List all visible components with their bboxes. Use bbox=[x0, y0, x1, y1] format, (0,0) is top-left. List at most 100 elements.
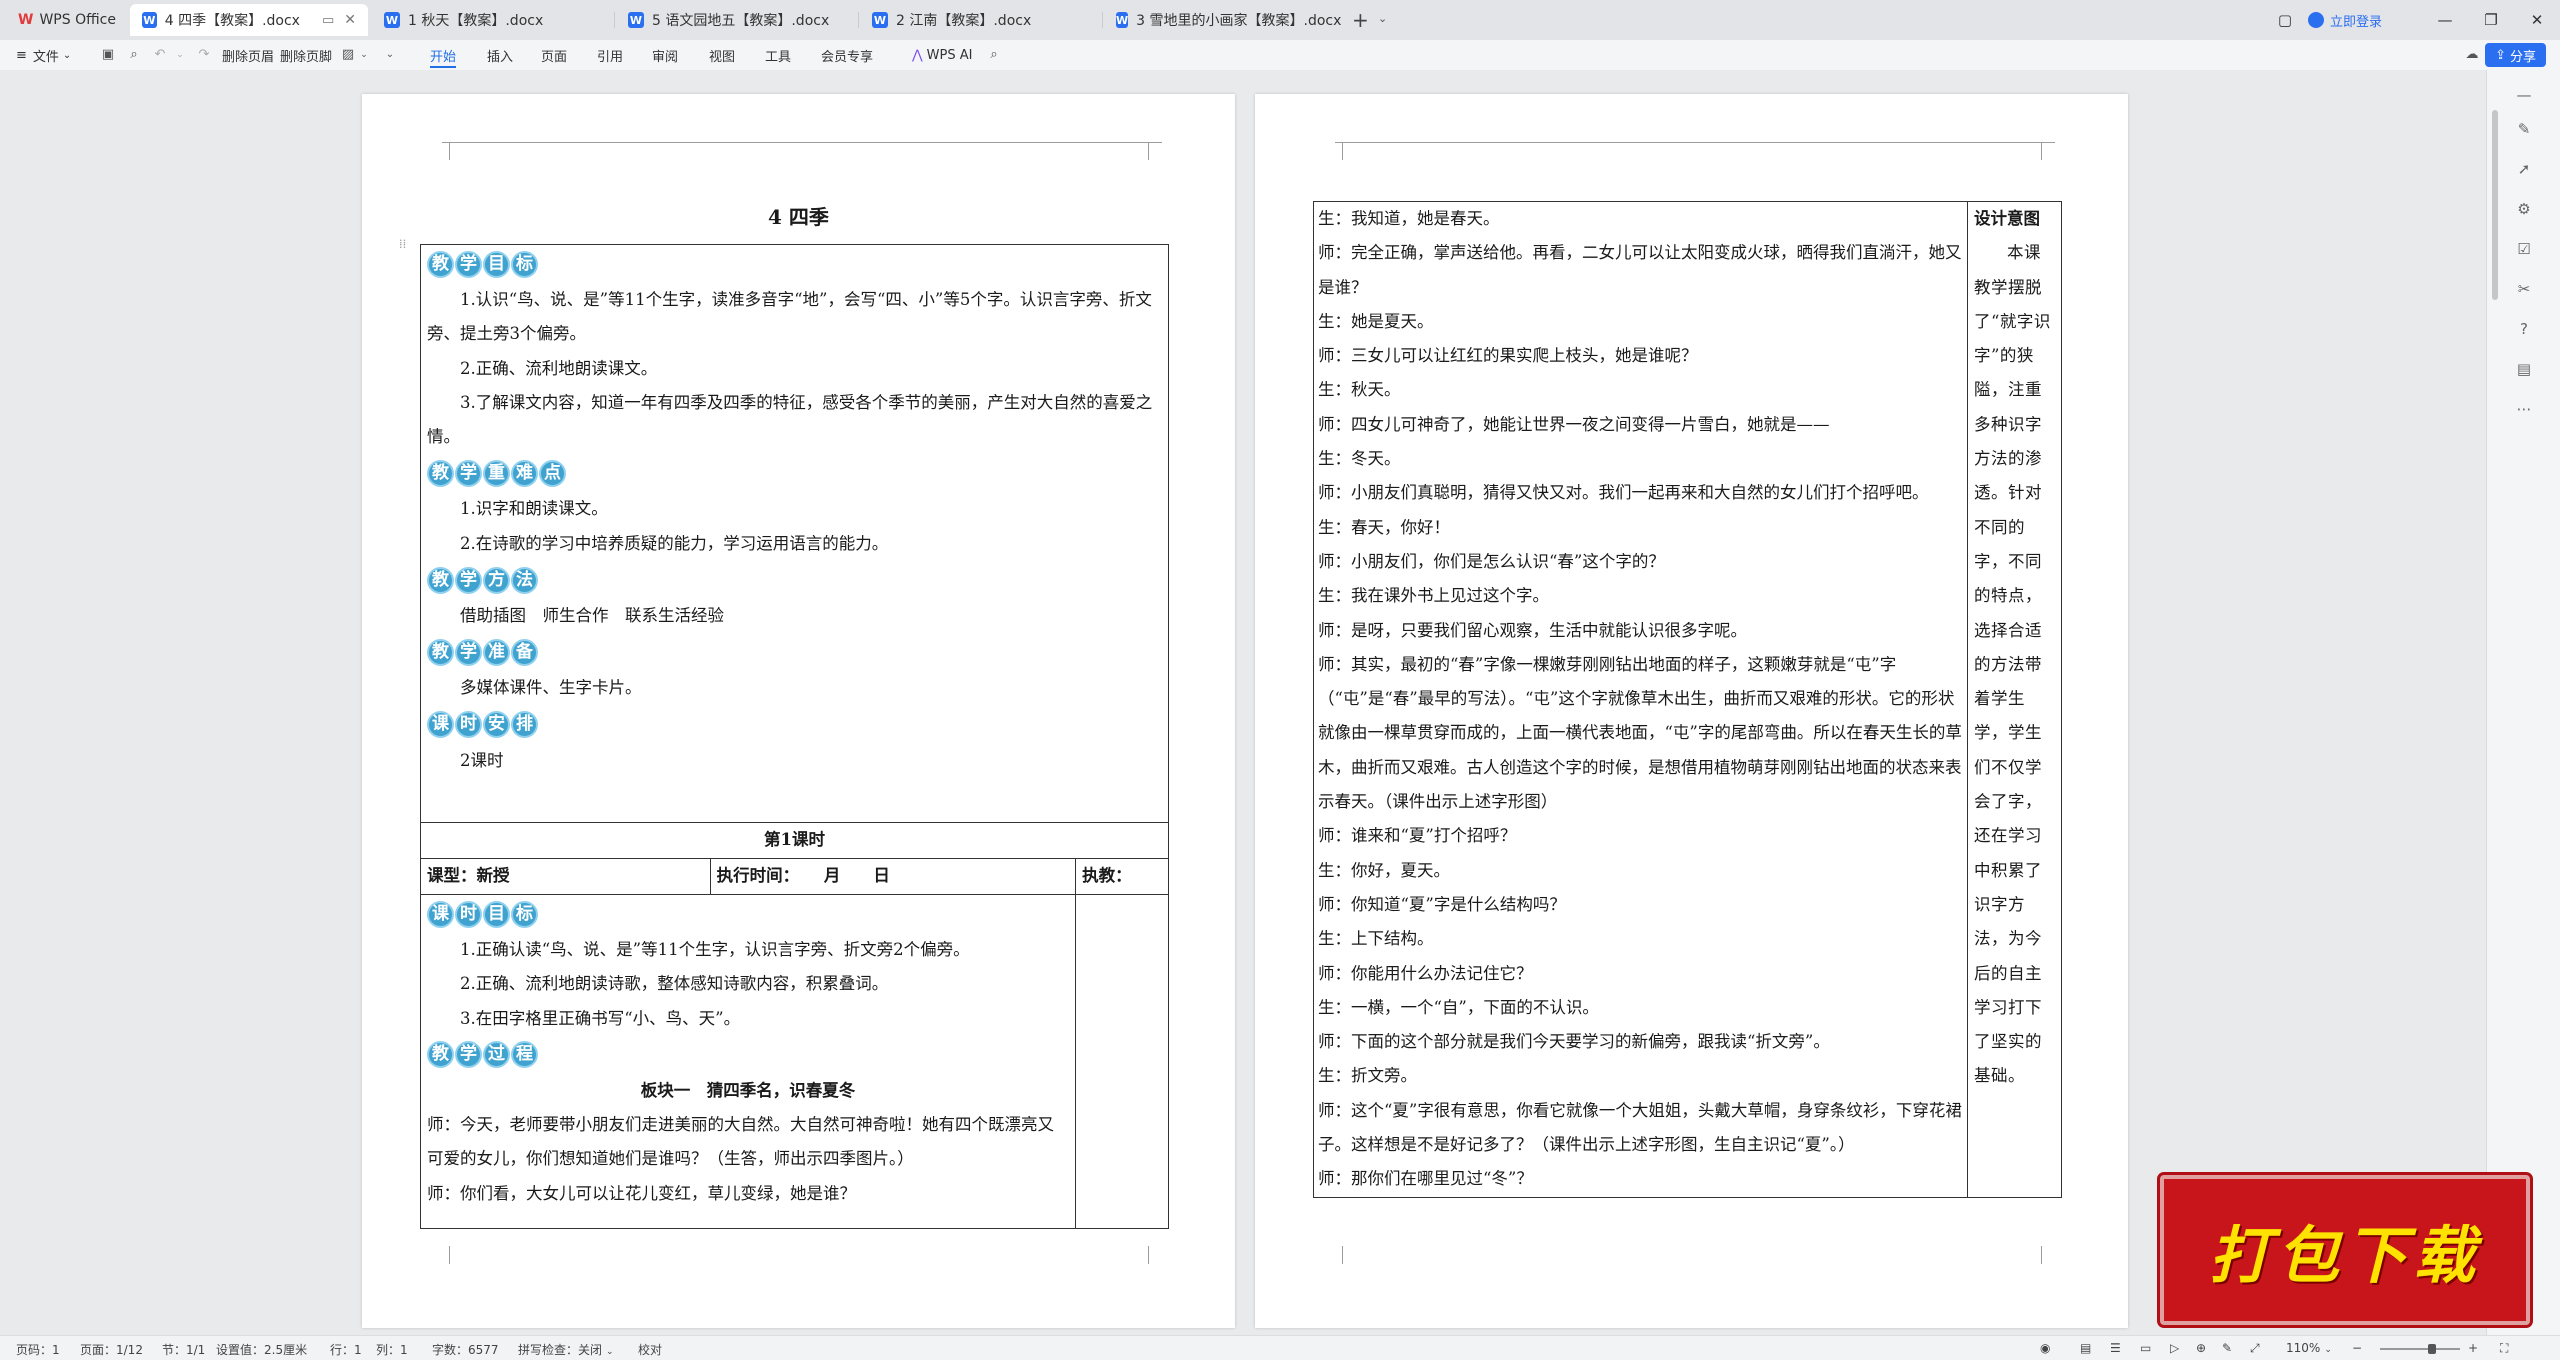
dialogue-line: 生：春天，你好！ bbox=[1318, 517, 1450, 537]
play-icon[interactable]: ▷ bbox=[2170, 1341, 2179, 1355]
delete-header-button[interactable]: 删除页眉 bbox=[222, 40, 274, 70]
heading-char: 安 bbox=[483, 711, 510, 739]
tools-icon[interactable]: ✂ bbox=[2515, 280, 2533, 298]
status-proofread[interactable]: 校对 bbox=[638, 1341, 662, 1358]
more-chevron-icon[interactable]: ⌄ bbox=[382, 47, 398, 63]
outline-view-icon[interactable]: ☰ bbox=[2110, 1341, 2121, 1355]
tab-document[interactable]: W 1 秋天【教案】.docx bbox=[372, 4, 612, 36]
zoom-level[interactable]: 110% ⌄ bbox=[2286, 1341, 2332, 1355]
dialogue-line: 师：下面的这个部分就是我们今天要学习的新偏旁，跟我读“折文旁”。 bbox=[1318, 1032, 1830, 1052]
image-icon[interactable]: ▨ bbox=[340, 47, 356, 63]
tab-review[interactable]: 审阅 bbox=[652, 40, 678, 70]
tab-document-active[interactable]: W 4 四季【教案】.docx ▭ ✕ bbox=[130, 4, 368, 36]
print-preview-icon[interactable]: ⌕ bbox=[126, 47, 142, 63]
tab-document[interactable]: W 5 语文园地五【教案】.docx bbox=[616, 4, 856, 36]
zoom-out-icon[interactable]: − bbox=[2352, 1341, 2362, 1355]
spell-check-label: 拼写检查：关闭 bbox=[518, 1343, 603, 1357]
layout-icon[interactable]: ▢ bbox=[2262, 11, 2308, 29]
share-label: 分享 bbox=[2509, 49, 2536, 65]
wps-ai-button[interactable]: ⋀ WPS AI bbox=[912, 40, 972, 70]
more-icon[interactable]: ⋯ bbox=[2515, 400, 2533, 418]
undo-icon[interactable]: ↶ bbox=[152, 47, 168, 63]
collapse-icon[interactable]: — bbox=[2515, 86, 2533, 104]
tab-wps-home[interactable]: W WPS Office bbox=[6, 4, 126, 36]
heading-char: 学 bbox=[455, 566, 482, 594]
help-icon[interactable]: ? bbox=[2515, 320, 2533, 338]
close-window-icon[interactable]: ✕ bbox=[2514, 11, 2560, 29]
delete-footer-button[interactable]: 删除页脚 bbox=[280, 40, 332, 70]
document-page-2[interactable]: 生：我知道，她是春天。 师：完全正确，掌声送给他。再看，二女儿可以让太阳变成火球… bbox=[1255, 94, 2128, 1328]
download-banner-text: 打包下载 bbox=[2208, 1219, 2481, 1292]
heading-char: 学 bbox=[455, 459, 482, 487]
tab-view[interactable]: 视图 bbox=[709, 40, 735, 70]
download-banner[interactable]: 打包下载 bbox=[2160, 1175, 2530, 1325]
monitor-icon[interactable]: ▭ bbox=[322, 13, 334, 28]
zoom-in-icon[interactable]: + bbox=[2468, 1341, 2478, 1355]
tab-tools[interactable]: 工具 bbox=[765, 40, 791, 70]
doc-icon[interactable]: ▤ bbox=[2515, 360, 2533, 378]
overview-cell[interactable]: 教学目标 1.认识“鸟、说、是”等11个生字，读准多音字“地”，会写“四、小”等… bbox=[420, 244, 1169, 823]
tab-reference[interactable]: 引用 bbox=[597, 40, 623, 70]
select-pointer-icon[interactable]: ➚ bbox=[2515, 160, 2533, 178]
undo-dropdown-icon[interactable]: ⌄ bbox=[172, 47, 188, 63]
tab-document[interactable]: W 2 江南【教案】.docx bbox=[860, 4, 1100, 36]
status-spell-check[interactable]: 拼写检查：关闭 ⌄ bbox=[518, 1341, 614, 1358]
exec-time-cell[interactable]: 执行时间： 月 日 bbox=[709, 858, 1077, 895]
lesson-body-cell[interactable]: 课时目标 1.正确认读“鸟、说、是”等11个生字，认识言字旁、折文旁2个偏旁。 … bbox=[419, 894, 1077, 1229]
tab-insert[interactable]: 插入 bbox=[487, 40, 513, 70]
pen-icon[interactable]: ✎ bbox=[2515, 120, 2533, 138]
tab-list-chevron-icon[interactable]: ⌄ bbox=[1378, 12, 1387, 25]
login-button[interactable]: 立即登录 bbox=[2307, 11, 2382, 30]
status-page-count[interactable]: 页面：1/12 bbox=[80, 1341, 143, 1358]
image-dropdown-icon[interactable]: ⌄ bbox=[356, 47, 372, 63]
design-intent-cell[interactable]: 设计意图 本课教学摆脱了“就字识字”的狭隘，注重多种识字方法的渗透。针对不同的字… bbox=[1967, 201, 2062, 1198]
vertical-scrollbar[interactable] bbox=[2492, 110, 2498, 300]
web-view-icon[interactable]: ⊕ bbox=[2196, 1341, 2206, 1355]
tab-page[interactable]: 页面 bbox=[541, 40, 567, 70]
eye-protection-icon[interactable]: ◉ bbox=[2040, 1341, 2050, 1355]
side-notes-cell[interactable] bbox=[1075, 894, 1169, 1229]
pen-mode-icon[interactable]: ✎ bbox=[2222, 1341, 2232, 1355]
tab-start[interactable]: 开始 bbox=[430, 40, 457, 70]
heading-char: 时 bbox=[455, 711, 482, 739]
zoom-slider[interactable] bbox=[2380, 1348, 2460, 1350]
status-settings[interactable]: 设置值：2.5厘米 bbox=[216, 1341, 307, 1358]
lesson-type-cell[interactable]: 课型：新授 bbox=[420, 858, 711, 895]
minimize-icon[interactable]: — bbox=[2422, 11, 2468, 29]
fullscreen-icon[interactable]: ⛶ bbox=[2500, 1341, 2508, 1356]
teacher-cell[interactable]: 执教： bbox=[1075, 858, 1169, 895]
new-tab-plus-icon[interactable]: + bbox=[1352, 8, 1369, 32]
status-word-count[interactable]: 字数：6577 bbox=[432, 1341, 499, 1358]
search-icon[interactable]: ⌕ bbox=[986, 47, 1002, 63]
zoom-slider-thumb[interactable] bbox=[2428, 1344, 2436, 1354]
block-heading: 板块一 猜四季名，识春夏冬 bbox=[640, 1080, 856, 1100]
document-title[interactable]: 4 四季 bbox=[362, 200, 1235, 234]
fit-page-icon[interactable]: ⤢ bbox=[2250, 1341, 2260, 1356]
tab-document[interactable]: W 3 雪地里的小画家【教案】.docx bbox=[1104, 4, 1344, 36]
status-page-no[interactable]: 页码：1 bbox=[16, 1341, 60, 1358]
restore-icon[interactable]: ❐ bbox=[2468, 11, 2514, 29]
share-button[interactable]: ⇪ 分享 bbox=[2485, 43, 2546, 67]
lesson-heading[interactable]: 第1课时 bbox=[420, 822, 1169, 859]
status-section[interactable]: 节：1/1 bbox=[162, 1341, 205, 1358]
tab-label: 5 语文园地五【教案】.docx bbox=[652, 13, 830, 29]
tab-member[interactable]: 会员专享 bbox=[821, 40, 873, 70]
document-page-1[interactable]: ⁞⁞ 4 四季 教学目标 1.认识“鸟、说、是”等11个生字，读准多音字“地”，… bbox=[362, 94, 1235, 1328]
cloud-sync-icon[interactable]: ☁ bbox=[2464, 47, 2480, 63]
document-workspace[interactable]: ⁞⁞ 4 四季 教学目标 1.认识“鸟、说、是”等11个生字，读准多音字“地”，… bbox=[0, 70, 2486, 1335]
edit-box-icon[interactable]: ☑ bbox=[2515, 240, 2533, 258]
adjust-sliders-icon[interactable]: ⚙ bbox=[2515, 200, 2533, 218]
dialogue-cell[interactable]: 生：我知道，她是春天。 师：完全正确，掌声送给他。再看，二女儿可以让太阳变成火球… bbox=[1313, 201, 1968, 1198]
close-tab-icon[interactable]: ✕ bbox=[344, 12, 356, 28]
status-row[interactable]: 行：1 bbox=[330, 1341, 362, 1358]
menu-button[interactable]: ≡ 文件 ⌄ bbox=[16, 40, 71, 70]
status-col[interactable]: 列：1 bbox=[376, 1341, 408, 1358]
tab-label: 引用 bbox=[597, 49, 624, 65]
share-icon: ⇪ bbox=[2495, 47, 2506, 63]
read-mode-icon[interactable]: ▭ bbox=[2140, 1341, 2151, 1355]
save-icon[interactable]: ▣ bbox=[100, 47, 116, 63]
redo-icon[interactable]: ↷ bbox=[196, 47, 212, 63]
avatar-icon bbox=[2307, 12, 2324, 28]
page-view-icon[interactable]: ▤ bbox=[2080, 1341, 2091, 1355]
menu-icon: ≡ bbox=[16, 47, 27, 63]
